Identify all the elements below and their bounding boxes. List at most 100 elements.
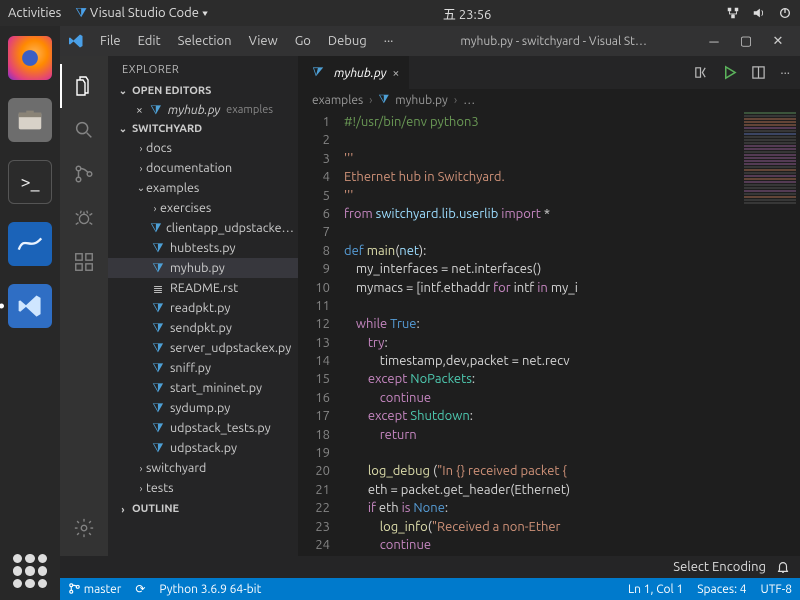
- split-editor-icon[interactable]: [751, 65, 766, 80]
- file-item[interactable]: ⧩udpstack_tests.py: [108, 418, 298, 438]
- activity-debug[interactable]: [60, 196, 108, 240]
- status-branch[interactable]: master: [68, 582, 121, 596]
- python-file-icon: ⧩: [150, 241, 166, 256]
- encoding-picker: Select Encoding: [60, 556, 800, 578]
- chevron-right-icon: ›: [118, 504, 128, 515]
- window-title: myhub.py - switchyard - Visual St…: [405, 35, 702, 48]
- python-file-icon: ⧩: [150, 361, 166, 376]
- tab-close-icon[interactable]: ×: [392, 66, 399, 80]
- window-close[interactable]: ✕: [770, 34, 786, 49]
- menu-go[interactable]: Go: [287, 31, 319, 51]
- activity-extensions[interactable]: [60, 240, 108, 284]
- python-file-icon: ⧩: [308, 65, 324, 80]
- python-file-icon: ⧩: [150, 421, 166, 436]
- python-file-icon: ⧩: [150, 401, 166, 416]
- code-editor[interactable]: 1234567891011121314151617181920212223242…: [298, 111, 800, 556]
- python-file-icon: ⧩: [150, 341, 166, 356]
- activity-explorer[interactable]: [60, 64, 108, 108]
- menu-view[interactable]: View: [241, 31, 286, 51]
- folder-docs[interactable]: ›docs: [108, 138, 298, 158]
- vscode-window: File Edit Selection View Go Debug ··· my…: [60, 26, 800, 600]
- file-item[interactable]: ⧩hubtests.py: [108, 238, 298, 258]
- python-file-icon: ⧩: [150, 441, 166, 456]
- folder-examples[interactable]: ⌄examples: [108, 178, 298, 198]
- dock-show-apps[interactable]: [13, 554, 47, 588]
- chevron-down-icon: ⌄: [118, 123, 128, 135]
- compare-icon[interactable]: [693, 65, 708, 80]
- vscode-titlebar: File Edit Selection View Go Debug ··· my…: [60, 26, 800, 56]
- file-item[interactable]: ⧩sydump.py: [108, 398, 298, 418]
- volume-icon[interactable]: [752, 6, 766, 20]
- open-editors-section[interactable]: ⌄ OPEN EDITORS: [108, 82, 298, 100]
- explorer-title: EXPLORER: [108, 56, 298, 82]
- menu-debug[interactable]: Debug: [320, 31, 375, 51]
- activity-settings[interactable]: [60, 506, 108, 550]
- vscode-logo-icon: [68, 33, 88, 49]
- dock-files[interactable]: [8, 98, 52, 142]
- activity-search[interactable]: [60, 108, 108, 152]
- select-encoding-label[interactable]: Select Encoding: [673, 560, 766, 574]
- status-bar: master ⟳ Python 3.6.9 64-bit Ln 1, Col 1…: [60, 578, 800, 600]
- folder-documentation[interactable]: ›documentation: [108, 158, 298, 178]
- status-sync[interactable]: ⟳: [135, 582, 145, 596]
- python-file-icon: ⧩: [148, 103, 164, 118]
- file-item[interactable]: ⧩sendpkt.py: [108, 318, 298, 338]
- network-icon[interactable]: [726, 6, 740, 20]
- python-file-icon: ⧩: [150, 321, 166, 336]
- workspace-section[interactable]: ⌄ SWITCHYARD: [108, 120, 298, 138]
- activities-button[interactable]: Activities: [8, 6, 61, 20]
- explorer-sidebar: EXPLORER ⌄ OPEN EDITORS × ⧩ myhub.py exa…: [108, 56, 298, 556]
- file-item[interactable]: ⧩readpkt.py: [108, 298, 298, 318]
- file-item[interactable]: ⧩sniff.py: [108, 358, 298, 378]
- status-encoding[interactable]: UTF-8: [761, 583, 792, 596]
- python-file-icon: ⧩: [150, 381, 166, 396]
- menu-bar: File Edit Selection View Go Debug ···: [92, 31, 401, 51]
- window-minimize[interactable]: ─: [706, 34, 722, 49]
- power-icon[interactable]: [778, 6, 792, 20]
- folder-exercises[interactable]: ›exercises: [108, 198, 298, 218]
- close-icon[interactable]: ×: [136, 104, 143, 117]
- breadcrumbs[interactable]: examples› ⧩myhub.py› …: [298, 89, 800, 111]
- menu-selection[interactable]: Selection: [170, 31, 240, 51]
- file-item[interactable]: ⧩udpstack.py: [108, 438, 298, 458]
- activity-scm[interactable]: [60, 152, 108, 196]
- app-menu[interactable]: ⧩ Visual Studio Code ▾: [75, 6, 208, 21]
- dock-firefox[interactable]: [8, 36, 52, 80]
- folder-switchyard[interactable]: ›switchyard: [108, 458, 298, 478]
- file-tree: ›docs ›documentation ⌄examples ›exercise…: [108, 138, 298, 498]
- outline-section[interactable]: › OUTLINE: [108, 500, 298, 518]
- tabs-bar: ⧩ myhub.py × ···: [298, 56, 800, 89]
- open-editor-item[interactable]: × ⧩ myhub.py examples: [108, 100, 298, 120]
- dock-wireshark[interactable]: [8, 222, 52, 266]
- gnome-top-bar: Activities ⧩ Visual Studio Code ▾ 五 23:5…: [0, 0, 800, 26]
- rst-file-icon: ≣: [150, 281, 166, 296]
- file-item[interactable]: ⧩server_udpstackex.py: [108, 338, 298, 358]
- tab-myhub[interactable]: ⧩ myhub.py ×: [298, 56, 410, 89]
- status-spaces[interactable]: Spaces: 4: [697, 583, 746, 596]
- status-python[interactable]: Python 3.6.9 64-bit: [159, 583, 261, 596]
- status-ln-col[interactable]: Ln 1, Col 1: [628, 583, 683, 596]
- run-icon[interactable]: [722, 65, 737, 80]
- bell-icon[interactable]: [776, 560, 790, 574]
- menu-overflow[interactable]: ···: [376, 31, 402, 51]
- chevron-down-icon: ⌄: [118, 85, 128, 97]
- python-file-icon: ⧩: [150, 221, 162, 236]
- menu-edit[interactable]: Edit: [130, 31, 169, 51]
- minimap[interactable]: [740, 111, 800, 556]
- python-file-icon: ⧩: [150, 261, 166, 276]
- clock[interactable]: 五 23:56: [208, 4, 726, 23]
- menu-file[interactable]: File: [92, 31, 129, 51]
- editor: ⧩ myhub.py × ··· examples› ⧩myhub.py› … …: [298, 56, 800, 556]
- activity-bar: [60, 56, 108, 556]
- window-maximize[interactable]: ▢: [738, 34, 754, 49]
- dock-terminal[interactable]: >_: [8, 160, 52, 204]
- file-item-active[interactable]: ⧩myhub.py: [108, 258, 298, 278]
- python-file-icon: ⧩: [150, 301, 166, 316]
- ubuntu-dock: >_: [0, 26, 60, 600]
- file-item[interactable]: ≣README.rst: [108, 278, 298, 298]
- file-item[interactable]: ⧩clientapp_udpstacke…: [108, 218, 298, 238]
- folder-tests[interactable]: ›tests: [108, 478, 298, 498]
- file-item[interactable]: ⧩start_mininet.py: [108, 378, 298, 398]
- dock-vscode[interactable]: [8, 284, 52, 328]
- more-actions-icon[interactable]: ···: [780, 66, 790, 80]
